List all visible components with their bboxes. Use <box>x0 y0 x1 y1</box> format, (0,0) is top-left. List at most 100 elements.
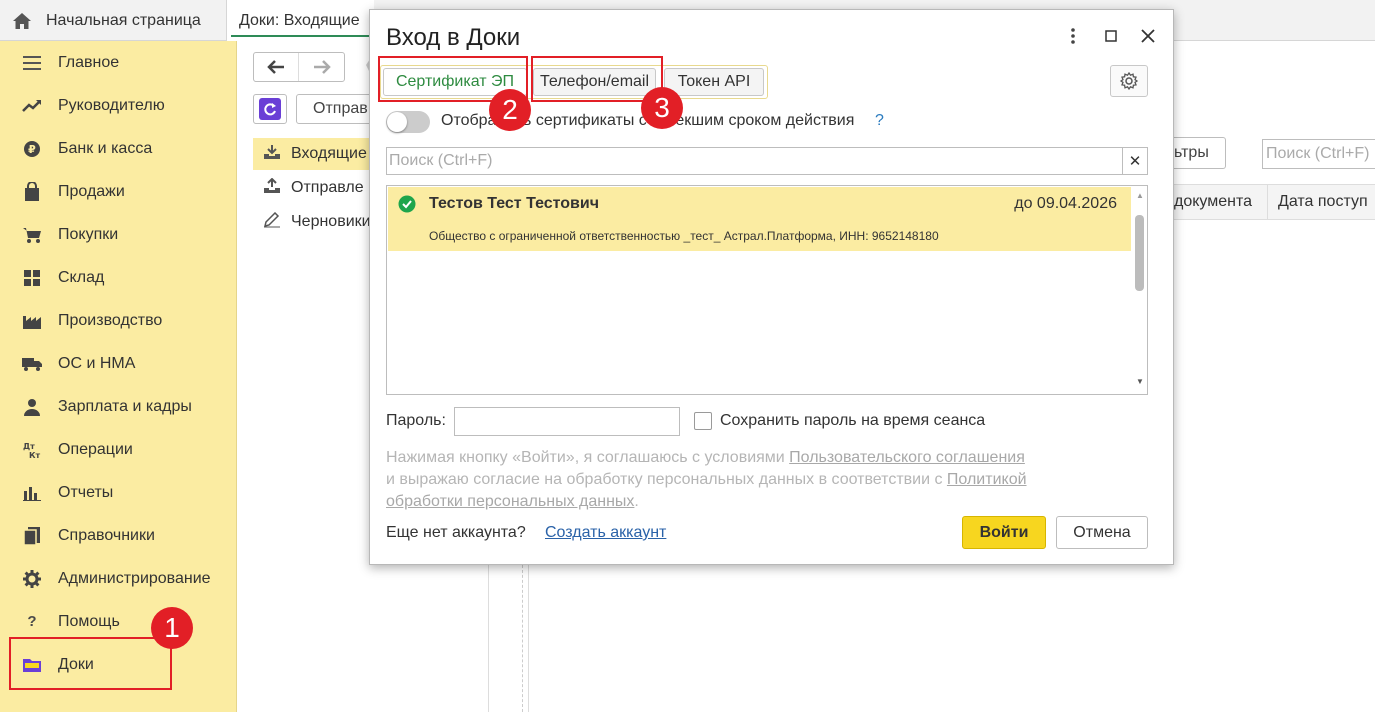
refresh-button[interactable] <box>253 94 287 124</box>
certificate-organization: Общество с ограниченной ответственностью… <box>429 229 939 243</box>
background-search-placeholder: Поиск (Ctrl+F) <box>1266 145 1370 162</box>
tab-api-token[interactable]: Токен API <box>664 68 764 96</box>
password-label: Пароль: <box>386 412 446 429</box>
scrollbar-thumb[interactable] <box>1135 215 1144 291</box>
truck-icon <box>21 353 43 375</box>
books-icon <box>21 525 43 547</box>
inbox-icon <box>263 144 281 165</box>
scroll-down-icon[interactable]: ▼ <box>1136 377 1144 386</box>
legal-text: Нажимая кнопку «Войти», я соглашаюсь с у… <box>386 449 790 466</box>
maximize-icon[interactable] <box>1099 24 1123 48</box>
privacy-policy-link-cont[interactable]: обработки персональных данных <box>386 493 634 510</box>
sidebar-item-main[interactable]: Главное <box>0 41 237 84</box>
background-search-input[interactable]: Поиск (Ctrl+F) <box>1262 139 1375 169</box>
save-password-checkbox[interactable] <box>694 412 712 430</box>
sidebar-item-bank[interactable]: ₽ Банк и касса <box>0 127 237 170</box>
outbox-icon <box>263 177 281 199</box>
sidebar-item-references[interactable]: Справочники <box>0 514 237 557</box>
sidebar-item-label: Банк и касса <box>58 139 153 157</box>
privacy-policy-link[interactable]: Политикой <box>947 471 1027 488</box>
sidebar-item-production[interactable]: Производство <box>0 299 237 342</box>
certificate-list: Тестов Тест Тестович до 09.04.2026 Общес… <box>386 185 1148 395</box>
sidebar-item-assets[interactable]: ОС и НМА <box>0 342 237 385</box>
menu-icon <box>21 52 43 74</box>
scroll-up-icon[interactable]: ▲ <box>1136 191 1144 200</box>
column-header[interactable]: Дата поступ <box>1267 185 1368 219</box>
ruble-icon: ₽ <box>21 138 43 160</box>
sidebar-item-label: Операции <box>58 440 133 458</box>
tab-docs-incoming[interactable]: Доки: Входящие <box>226 0 374 41</box>
cancel-button[interactable]: Отмена <box>1056 516 1148 549</box>
pencil-icon <box>263 211 281 233</box>
splitter <box>522 565 523 712</box>
favorite-star-icon[interactable] <box>356 58 370 81</box>
forward-arrow-icon[interactable] <box>299 53 344 81</box>
tab-home[interactable]: Начальная страница <box>0 0 226 41</box>
login-button[interactable]: Войти <box>962 516 1046 549</box>
certificate-search: ✕ <box>386 147 1148 175</box>
show-expired-toggle[interactable] <box>386 111 430 133</box>
sidebar: Главное Руководителю ₽ Банк и касса Прод… <box>0 41 237 712</box>
sidebar-item-label: Справочники <box>58 526 155 544</box>
nav-buttons <box>253 52 345 82</box>
create-account-link[interactable]: Создать аккаунт <box>545 524 666 542</box>
send-button-label: Отправ <box>313 100 368 117</box>
list-item-label: Черновики <box>291 213 371 230</box>
factory-icon <box>21 310 43 332</box>
sidebar-item-manager[interactable]: Руководителю <box>0 84 237 127</box>
cart-icon <box>21 224 43 246</box>
question-icon: ? <box>27 613 37 630</box>
annotation-box-1 <box>9 637 172 690</box>
column-header[interactable]: документа <box>1174 193 1252 211</box>
list-item-label: Отправле <box>291 179 364 196</box>
sidebar-item-label: Покупки <box>58 225 119 243</box>
legal-notice: Нажимая кнопку «Войти», я соглашаюсь с у… <box>386 447 1126 513</box>
table-border <box>528 565 529 712</box>
sidebar-item-label: Помощь <box>58 612 120 630</box>
grid-icon <box>21 267 43 289</box>
sidebar-item-reports[interactable]: Отчеты <box>0 471 237 514</box>
more-icon[interactable] <box>1061 24 1085 48</box>
list-item[interactable]: Тестов Тест Тестович до 09.04.2026 Общес… <box>388 187 1131 251</box>
svg-text:₽: ₽ <box>28 143 36 156</box>
sidebar-item-operations[interactable]: Дт Кт Операции <box>0 428 237 471</box>
back-arrow-icon[interactable] <box>254 53 300 81</box>
dialog-title: Вход в Доки <box>386 24 521 51</box>
certificate-search-input[interactable] <box>387 148 1122 174</box>
legal-text: . <box>634 493 639 510</box>
sidebar-item-salary[interactable]: Зарплата и кадры <box>0 385 237 428</box>
save-password-label: Сохранить пароль на время сеанса <box>720 412 986 429</box>
sidebar-item-label: Производство <box>58 311 163 329</box>
svg-text:Дт: Дт <box>23 442 35 451</box>
sidebar-item-label: Руководителю <box>58 96 165 114</box>
sidebar-item-admin[interactable]: Администрирование <box>0 557 237 600</box>
gear-icon <box>1119 71 1139 91</box>
list-scrollbar[interactable]: ▲ ▼ <box>1132 187 1146 393</box>
tab-home-label: Начальная страница <box>46 11 201 29</box>
clear-search-icon[interactable]: ✕ <box>1122 148 1147 174</box>
user-agreement-link[interactable]: Пользовательского соглашения <box>789 449 1025 466</box>
password-input[interactable] <box>454 407 680 436</box>
close-icon[interactable] <box>1136 24 1160 48</box>
certificate-valid-until: до 09.04.2026 <box>1014 195 1117 212</box>
home-icon <box>12 12 32 30</box>
gear-icon <box>21 568 43 590</box>
panel-divider <box>488 565 489 712</box>
sidebar-item-label: ОС и НМА <box>58 354 136 372</box>
no-account-label: Еще нет аккаунта? <box>386 524 526 541</box>
settings-button[interactable] <box>1110 65 1148 97</box>
sidebar-item-label: Главное <box>58 53 120 71</box>
sidebar-item-sales[interactable]: Продажи <box>0 170 237 213</box>
list-item-label: Входящие <box>291 145 367 162</box>
dtkt-icon: Дт Кт <box>21 439 43 461</box>
tab-docs-label: Доки: Входящие <box>239 11 360 29</box>
sidebar-item-label: Отчеты <box>58 483 114 501</box>
send-button[interactable]: Отправ <box>296 94 376 124</box>
sidebar-item-label: Продажи <box>58 182 125 200</box>
sidebar-item-label: Администрирование <box>58 569 211 587</box>
help-link[interactable]: ? <box>875 112 884 130</box>
sidebar-item-warehouse[interactable]: Склад <box>0 256 237 299</box>
sidebar-item-purchases[interactable]: Покупки <box>0 213 237 256</box>
bars-icon <box>21 482 43 504</box>
legal-text: и выражаю согласие на обработку персонал… <box>386 471 947 488</box>
